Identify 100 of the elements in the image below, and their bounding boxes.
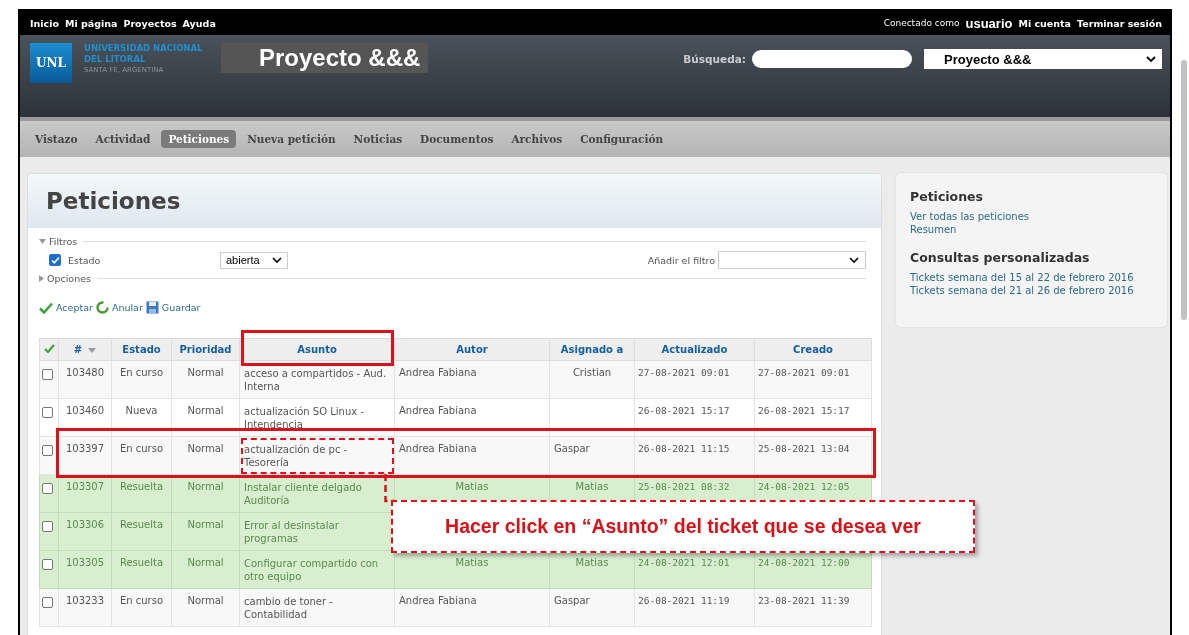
table-cell: Normal (171, 512, 240, 551)
table-cell: Normal (171, 588, 240, 627)
sidebar-link[interactable]: Tickets semana del 15 al 22 de febrero 2016 (910, 271, 1153, 284)
table-cell: Resuelta (111, 512, 172, 551)
table-cell: Gaspar (554, 443, 590, 454)
top-menu-link[interactable]: Inicio (30, 17, 59, 29)
table-cell: 24-08-2021 12:01 (638, 557, 730, 568)
table-cell: 24-08-2021 12:05 (758, 481, 850, 492)
sidebar-link[interactable]: Ver todas las peticiones (910, 210, 1153, 223)
search-field[interactable] (752, 50, 912, 68)
table-cell: Gaspar (554, 595, 590, 606)
account-link[interactable]: Terminar sesión (1077, 17, 1162, 29)
sidebar-link[interactable]: Tickets semana del 21 al 26 de febrero 2016 (910, 284, 1153, 297)
table-cell: Normal (171, 360, 240, 399)
logo-badge: UNL (30, 43, 72, 83)
subject-link[interactable]: actualización de pc - Tesorería (244, 443, 390, 469)
column-header[interactable]: Creado (754, 338, 872, 361)
column-header[interactable]: Prioridad (171, 338, 240, 361)
table-cell: 26-08-2021 15:17 (638, 405, 730, 416)
table-cell: 103233 (58, 588, 112, 627)
callout-annotation: Hacer click en “Asunto” del ticket que se desea ver (391, 500, 975, 553)
top-menu-link[interactable]: Proyectos (123, 17, 177, 29)
reload-icon (95, 301, 109, 314)
university-name: DEL LITORAL (84, 54, 147, 65)
nav-tab[interactable]: Documentos (413, 130, 501, 148)
user-name: usuario (965, 15, 1013, 31)
project-title: Proyecto &&& (221, 43, 429, 73)
table-cell: 103306 (58, 512, 112, 551)
filters-legend[interactable]: Filtros (49, 236, 78, 247)
table-cell: Normal (171, 436, 240, 475)
search-label: Búsqueda: (683, 53, 746, 65)
sidebar-heading: Consultas personalizadas (910, 250, 1091, 265)
table-cell: Andrea Fabiana (399, 595, 477, 606)
table-cell: 27-08-2021 09:01 (758, 367, 850, 378)
nav-tab[interactable]: Noticias (346, 130, 410, 148)
project-select[interactable]: Proyecto &&& (924, 49, 1162, 69)
row-checkbox[interactable] (42, 369, 53, 380)
row-checkbox[interactable] (42, 521, 53, 532)
checkmark-icon (39, 301, 53, 314)
sidebar-link[interactable]: Resumen (910, 223, 1153, 236)
table-cell: 103460 (58, 398, 112, 437)
nav-tab[interactable]: Archivos (504, 130, 570, 148)
logged-in-label: Conectado como (883, 18, 960, 28)
table-cell: 103305 (58, 550, 112, 589)
nav-tab[interactable]: Configuración (573, 130, 671, 148)
table-cell: Matias (455, 481, 489, 492)
column-header[interactable]: Estado (111, 338, 172, 361)
operator-select[interactable]: abierta (220, 251, 288, 269)
table-cell: 26-08-2021 15:17 (758, 405, 850, 416)
table-cell: En curso (111, 436, 172, 475)
filter-checkbox[interactable] (49, 254, 61, 266)
chevron-down-icon (1146, 55, 1156, 63)
top-menu-link[interactable]: Mi página (64, 17, 118, 29)
nav-tab[interactable]: Peticiones (161, 130, 237, 148)
action-link[interactable]: Anular (111, 302, 143, 313)
sidebar-heading: Peticiones (910, 189, 984, 204)
table-cell: 26-08-2021 11:19 (638, 595, 730, 606)
action-link[interactable]: Guardar (161, 302, 201, 313)
table-cell: Cristian (572, 367, 612, 378)
table-cell: 25-08-2021 08:32 (638, 481, 730, 492)
table-cell: Resuelta (111, 550, 172, 589)
table-cell: 24-08-2021 12:00 (758, 557, 850, 568)
row-checkbox[interactable] (42, 445, 53, 456)
save-icon (145, 301, 159, 314)
sort-icon (88, 348, 97, 353)
nav-tab[interactable]: Vistazo (28, 130, 85, 148)
table-cell: 23-08-2021 11:39 (758, 595, 850, 606)
table-cell: En curso (111, 360, 172, 399)
column-header[interactable]: # (58, 338, 112, 361)
table-cell: Andrea Fabiana (399, 367, 477, 378)
table-cell: 103480 (58, 360, 112, 399)
column-header[interactable]: Asunto (239, 338, 395, 361)
top-menu-link[interactable]: Ayuda (182, 17, 216, 29)
table-cell: Matias (575, 557, 609, 568)
row-checkbox[interactable] (42, 407, 53, 418)
nav-tab[interactable]: Actividad (88, 130, 158, 148)
table-cell: Andrea Fabiana (399, 443, 477, 454)
toggle-all-icon[interactable] (43, 343, 55, 354)
table-cell: Andrea Fabiana (399, 405, 477, 416)
nav-tab[interactable]: Nueva petición (240, 130, 343, 148)
chevron-down-icon (272, 256, 282, 264)
table-cell: En curso (111, 588, 172, 627)
action-link[interactable]: Aceptar (56, 302, 93, 313)
table-cell: Normal (171, 398, 240, 437)
column-header[interactable]: Actualizado (634, 338, 755, 361)
expand-triangle-icon[interactable] (39, 275, 44, 282)
table-cell: 26-08-2021 11:15 (638, 443, 730, 454)
table-cell: Normal (171, 550, 240, 589)
options-legend[interactable]: Opciones (47, 273, 91, 284)
row-checkbox[interactable] (42, 559, 53, 570)
collapse-triangle-icon[interactable] (39, 239, 46, 244)
column-header[interactable]: Asignado a (549, 338, 635, 361)
filter-label: Estado (68, 254, 102, 266)
account-link[interactable]: Mi cuenta (1018, 17, 1072, 29)
chevron-down-icon (849, 256, 859, 264)
page-title: Peticiones (46, 188, 181, 214)
table-cell: 25-08-2021 13:04 (758, 443, 850, 454)
row-checkbox[interactable] (42, 597, 53, 608)
row-checkbox[interactable] (42, 483, 53, 494)
column-header[interactable]: Autor (394, 338, 550, 361)
